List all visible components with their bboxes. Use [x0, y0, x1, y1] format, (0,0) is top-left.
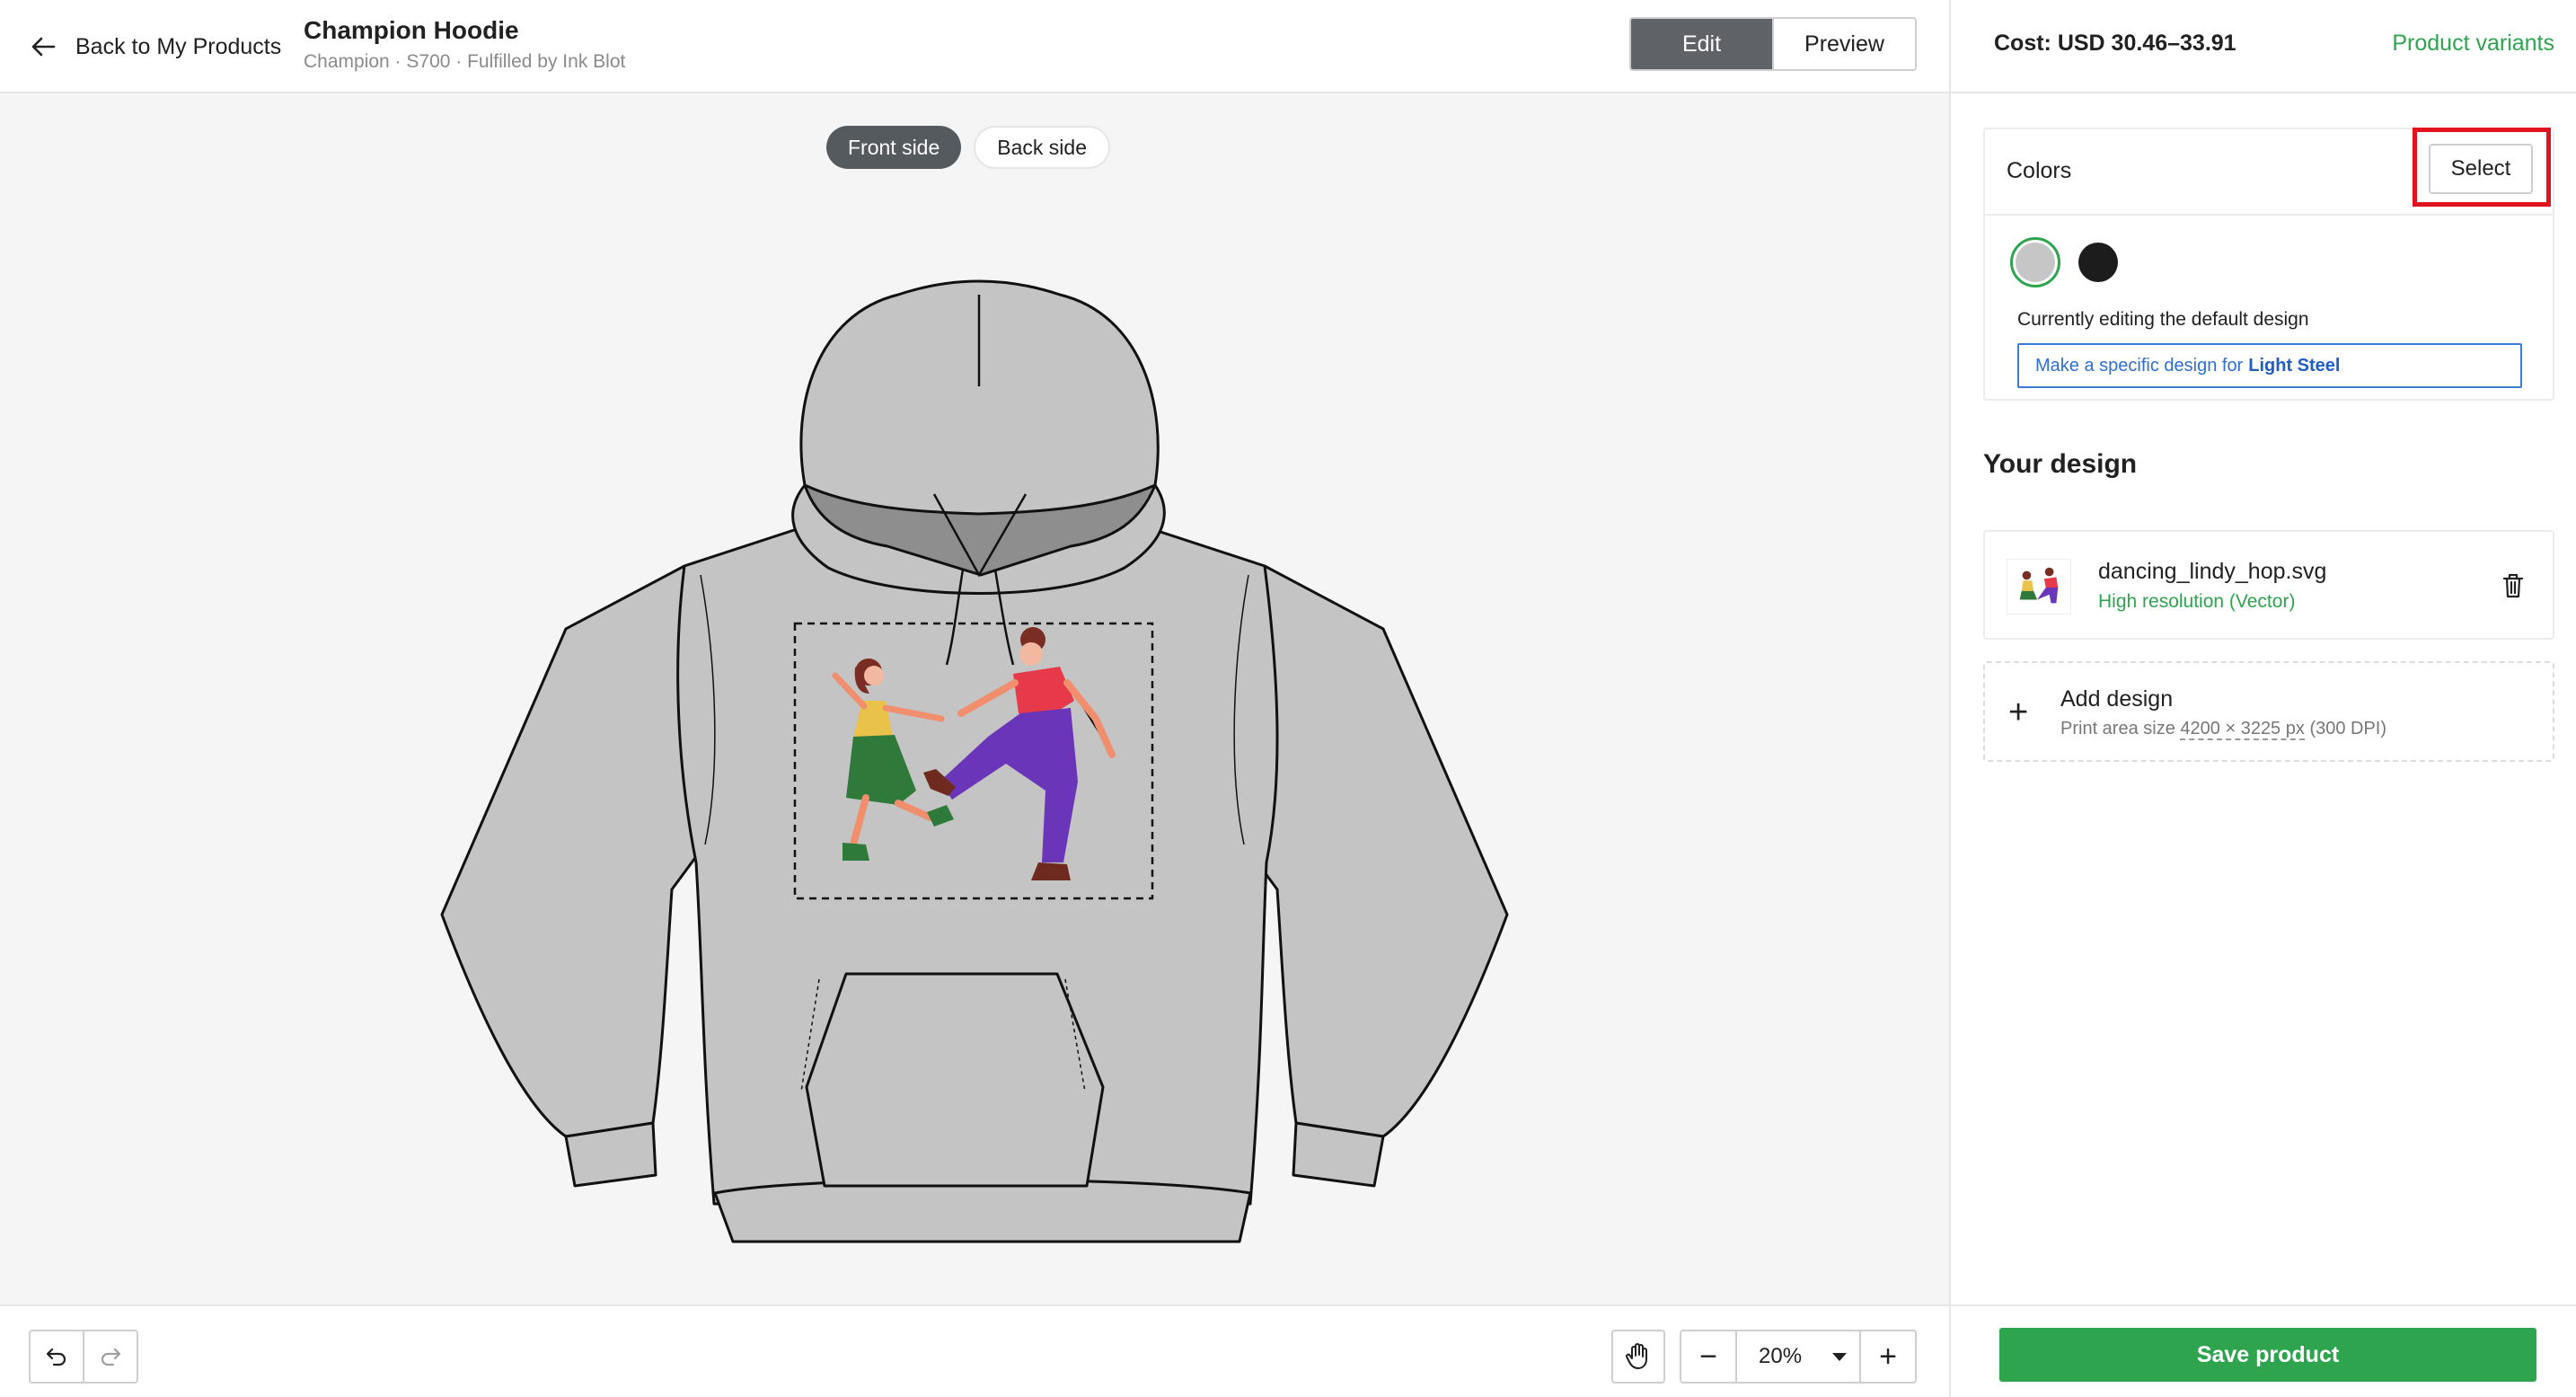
product-title-block: Champion Hoodie Champion · S700 · Fulfil…: [304, 14, 625, 75]
undo-icon: [46, 1348, 66, 1366]
edit-preview-toggle: Edit Preview: [1629, 17, 1917, 71]
design-canvas[interactable]: Front side Back side: [0, 93, 1949, 1304]
pan-tool-button[interactable]: [1611, 1330, 1665, 1384]
zoom-in-button[interactable]: +: [1861, 1331, 1915, 1382]
right-panel: Cost: USD 30.46–33.91 Product variants C…: [1949, 0, 2576, 1397]
colors-header: Colors Select: [1985, 128, 2553, 216]
arrow-left-icon: [31, 37, 56, 57]
back-to-products-link[interactable]: Back to My Products: [29, 27, 281, 66]
bottom-toolbar: − 20% +: [0, 1304, 1949, 1397]
plus-icon: +: [2008, 694, 2029, 731]
trash-icon[interactable]: [2497, 570, 2529, 602]
undo-redo-group: [29, 1330, 138, 1384]
design-thumbnail: [2007, 559, 2071, 615]
design-resolution: High resolution (Vector): [2098, 591, 2296, 612]
edit-mode-button[interactable]: Edit: [1631, 19, 1772, 69]
add-design-card[interactable]: + Add design Print area size 4200 × 3225…: [1983, 661, 2554, 762]
select-colors-button[interactable]: Select: [2429, 144, 2533, 194]
redo-icon: [101, 1348, 121, 1366]
print-area-dpi: (300 DPI): [2309, 719, 2387, 738]
design-file-name: dancing_lindy_hop.svg: [2098, 559, 2327, 584]
specific-design-prefix: Make a specific design for: [2035, 355, 2244, 376]
front-side-button[interactable]: Front side: [826, 126, 962, 169]
swatch-color: [2078, 243, 2118, 282]
colors-label: Colors: [2007, 158, 2072, 183]
print-area-size: Print area size 4200 × 3225 px (300 DPI): [2060, 719, 2387, 740]
color-swatches: [2010, 237, 2123, 287]
zoom-out-button[interactable]: −: [1681, 1331, 1735, 1382]
print-area-prefix: Print area size: [2060, 719, 2175, 738]
swatch-black[interactable]: [2073, 237, 2123, 287]
side-toggle: Front side Back side: [826, 126, 1110, 169]
your-design-heading: Your design: [1983, 449, 2138, 479]
colors-card: Colors Select Currently editing the defa…: [1983, 128, 2554, 401]
waistband: [713, 1178, 1252, 1243]
print-area-dimensions: 4200 × 3225 px: [2180, 719, 2305, 740]
caret-down-icon: [1832, 1352, 1847, 1361]
product-variants-link[interactable]: Product variants: [2392, 31, 2554, 57]
top-bar: Back to My Products Champion Hoodie Cham…: [0, 0, 1949, 93]
zoom-control: − 20% +: [1680, 1330, 1917, 1384]
swatch-color: [2016, 243, 2055, 282]
specific-design-color: Light Steel: [2248, 355, 2341, 376]
zoom-level-dropdown[interactable]: 20%: [1735, 1331, 1861, 1382]
preview-mode-button[interactable]: Preview: [1772, 19, 1915, 69]
save-product-button[interactable]: Save product: [1999, 1328, 2536, 1382]
hoodie-mockup: [440, 279, 1509, 1243]
back-link-label: Back to My Products: [75, 33, 282, 59]
zoom-level-value: 20%: [1759, 1344, 1803, 1368]
undo-button[interactable]: [31, 1331, 83, 1382]
kangaroo-pocket: [805, 972, 1105, 1188]
cost-label: Cost: USD 30.46–33.91: [1994, 31, 2236, 56]
swatch-light-steel[interactable]: [2010, 237, 2060, 287]
page-title: Champion Hoodie: [304, 16, 519, 44]
add-design-title: Add design: [2060, 686, 2174, 712]
editing-default-text: Currently editing the default design: [2017, 309, 2309, 330]
redo-button[interactable]: [83, 1331, 137, 1382]
right-sleeve: [1242, 564, 1509, 1138]
panel-footer: Save product: [1951, 1304, 2576, 1397]
product-subtitle: Champion · S700 · Fulfilled by Ink Blot: [304, 51, 626, 72]
panel-header: Cost: USD 30.46–33.91 Product variants: [1951, 0, 2576, 93]
hand-icon: [1626, 1343, 1647, 1369]
design-file-card[interactable]: dancing_lindy_hop.svg High resolution (V…: [1983, 530, 2554, 640]
make-specific-design-button[interactable]: Make a specific design for Light Steel: [2017, 343, 2522, 388]
back-side-button[interactable]: Back side: [974, 126, 1110, 169]
left-sleeve: [440, 564, 707, 1138]
